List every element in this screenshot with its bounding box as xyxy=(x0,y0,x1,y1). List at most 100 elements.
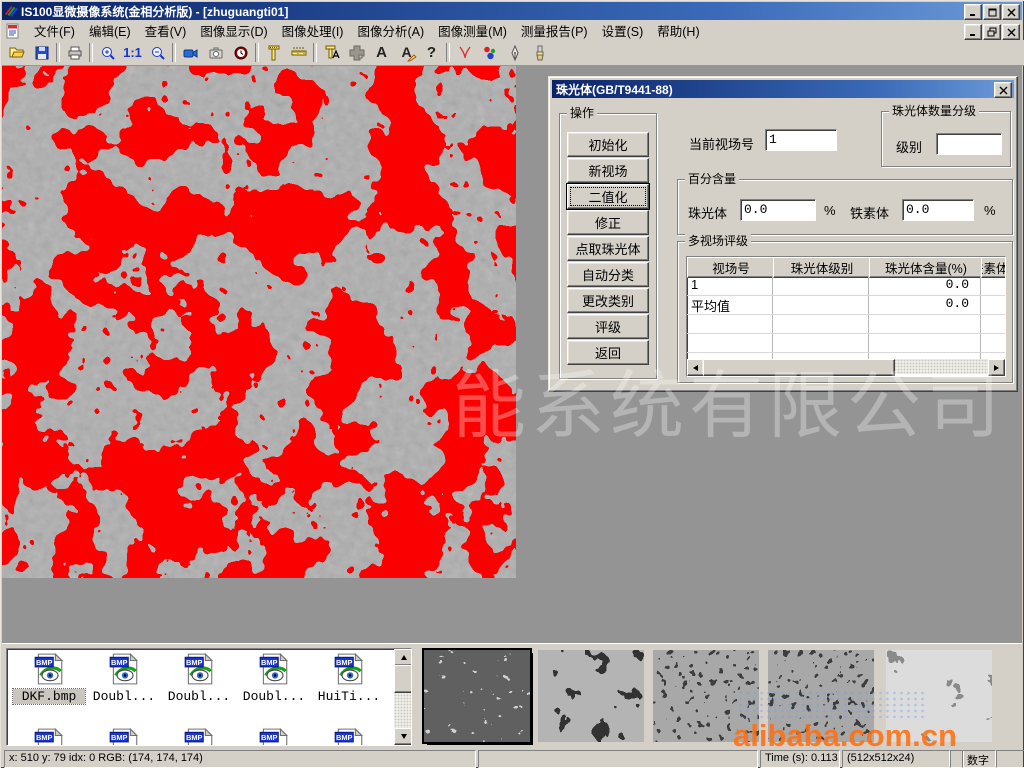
close-button[interactable] xyxy=(1002,4,1020,20)
menu-file[interactable]: 文件(F) xyxy=(27,19,82,42)
scroll-down-button[interactable] xyxy=(394,728,412,745)
file-item[interactable]: BMP HuiTi... xyxy=(313,652,385,704)
col-view-header[interactable]: 视场号 xyxy=(687,257,775,278)
status-time: Time (s): 0.113 xyxy=(760,750,840,768)
ruler-button[interactable] xyxy=(286,41,311,64)
child-minimize-button[interactable] xyxy=(964,24,982,40)
col-grade-header[interactable]: 珠光体级别 xyxy=(773,257,871,278)
table-cell-view[interactable]: 平均值 xyxy=(687,295,771,314)
file-name[interactable]: HuiTi... xyxy=(313,689,385,704)
scroll-right-button[interactable] xyxy=(988,359,1005,376)
thumbnail[interactable] xyxy=(653,650,759,742)
open-button[interactable] xyxy=(4,41,29,64)
camera-button[interactable] xyxy=(203,41,228,64)
change-category-button[interactable]: 更改类别 xyxy=(567,288,649,313)
col-content-header[interactable]: 珠光体含量(%) xyxy=(869,257,983,278)
zoom-out-button[interactable] xyxy=(145,41,170,64)
micrograph-image[interactable] xyxy=(2,66,516,578)
text-button[interactable]: A xyxy=(369,41,394,64)
help-button[interactable]: ? xyxy=(419,41,444,64)
grade-button[interactable]: 评级 xyxy=(567,314,649,339)
current-view-input[interactable]: 1 xyxy=(765,129,837,151)
actual-size-button[interactable]: 1:1 xyxy=(120,41,145,64)
table-cell-grade[interactable] xyxy=(773,295,867,314)
thumbnail[interactable] xyxy=(886,650,992,742)
file-item[interactable]: BMP xyxy=(13,727,85,746)
caliper-button[interactable] xyxy=(261,41,286,64)
curve-icon xyxy=(457,45,473,61)
file-item[interactable]: BMP DKF.bmp xyxy=(13,652,85,704)
initialize-button[interactable]: 初始化 xyxy=(567,132,649,157)
level-input[interactable] xyxy=(936,133,1002,155)
file-item[interactable]: BMP Doubl... xyxy=(238,652,310,704)
menu-image-analysis[interactable]: 图像分析(A) xyxy=(350,19,431,42)
svg-text:BMP: BMP xyxy=(36,733,53,742)
app-icon xyxy=(4,4,18,18)
save-button[interactable] xyxy=(29,41,54,64)
file-item[interactable]: BMP xyxy=(88,727,160,746)
particles-button[interactable] xyxy=(477,41,502,64)
ferrite-percent-input[interactable]: 0.0 xyxy=(902,199,974,221)
table-cell-grade[interactable] xyxy=(773,276,867,295)
scroll-up-button[interactable] xyxy=(394,649,412,666)
vscroll-thumb[interactable] xyxy=(394,665,412,693)
file-item[interactable]: BMP xyxy=(313,727,385,746)
measure-text-button[interactable] xyxy=(319,41,344,64)
document-system-icon[interactable] xyxy=(5,23,21,39)
window-title: IS100显微摄像系统(金相分析版) - [zhuguangti01] xyxy=(18,3,288,20)
dialog-title-bar[interactable]: 珠光体(GB/T9441-88) xyxy=(552,80,1014,98)
table-cell-content[interactable]: 0.0 xyxy=(869,295,973,314)
dialog-close-button[interactable] xyxy=(994,82,1012,98)
print-button[interactable] xyxy=(62,41,87,64)
binarize-button[interactable]: 二值化 xyxy=(567,184,649,209)
zoom-in-button[interactable] xyxy=(95,41,120,64)
return-button[interactable]: 返回 xyxy=(567,340,649,365)
menu-help[interactable]: 帮助(H) xyxy=(650,19,706,42)
thumbnail[interactable] xyxy=(538,650,644,742)
correct-button[interactable]: 修正 xyxy=(567,210,649,235)
menu-view[interactable]: 查看(V) xyxy=(138,19,194,42)
brush-button[interactable] xyxy=(527,41,552,64)
menu-image-process[interactable]: 图像处理(I) xyxy=(275,19,351,42)
thumbnail[interactable] xyxy=(768,650,874,742)
menu-measure-report[interactable]: 测量报告(P) xyxy=(514,19,595,42)
menu-edit[interactable]: 编辑(E) xyxy=(82,19,138,42)
pearlite-percent-input[interactable]: 0.0 xyxy=(740,199,816,221)
annotate-button[interactable]: A xyxy=(394,41,419,64)
menu-image-measure[interactable]: 图像测量(M) xyxy=(431,19,514,42)
table-hscrollbar xyxy=(687,359,1003,374)
menu-settings[interactable]: 设置(S) xyxy=(595,19,651,42)
maximize-button[interactable] xyxy=(983,4,1001,20)
pen-button[interactable] xyxy=(502,41,527,64)
menu-image-display[interactable]: 图像显示(D) xyxy=(193,19,274,42)
curve-button[interactable] xyxy=(452,41,477,64)
table-cell-view[interactable]: 1 xyxy=(687,276,771,295)
file-name[interactable]: Doubl... xyxy=(88,689,160,704)
thumbnail-selected[interactable] xyxy=(424,650,530,742)
video-camera-button[interactable] xyxy=(178,41,203,64)
file-item[interactable]: BMP Doubl... xyxy=(163,652,235,704)
toolbar-separator xyxy=(56,43,60,62)
hscroll-thumb[interactable] xyxy=(703,359,895,376)
measure-text-icon xyxy=(324,45,340,61)
file-name[interactable]: Doubl... xyxy=(238,689,310,704)
child-restore-button[interactable] xyxy=(983,24,1001,40)
child-close-button[interactable] xyxy=(1002,24,1020,40)
auto-classify-button[interactable]: 自动分类 xyxy=(567,262,649,287)
file-list: BMP DKF.bmp BMP Doubl... BMP Doubl... BM… xyxy=(6,648,412,746)
file-item[interactable]: BMP xyxy=(163,727,235,746)
file-name[interactable]: Doubl... xyxy=(163,689,235,704)
col-ferrite-header[interactable]: 铁素体含量(%) xyxy=(981,257,1006,278)
pick-pearlite-button[interactable]: 点取珠光体 xyxy=(567,236,649,261)
table-cell-content[interactable]: 0.0 xyxy=(869,276,973,295)
minimize-button[interactable] xyxy=(964,4,982,20)
clock-button[interactable] xyxy=(228,41,253,64)
percent-group: 百分含量 珠光体 0.0 % 铁素体 0.0 % xyxy=(677,179,1013,235)
file-item[interactable]: BMP Doubl... xyxy=(88,652,160,704)
merge-button[interactable] xyxy=(344,41,369,64)
mdi-child-controls xyxy=(964,24,1020,40)
bmp-file-icon: BMP xyxy=(32,652,66,686)
file-item[interactable]: BMP xyxy=(238,727,310,746)
new-field-button[interactable]: 新视场 xyxy=(567,158,649,183)
file-name[interactable]: DKF.bmp xyxy=(13,689,85,704)
